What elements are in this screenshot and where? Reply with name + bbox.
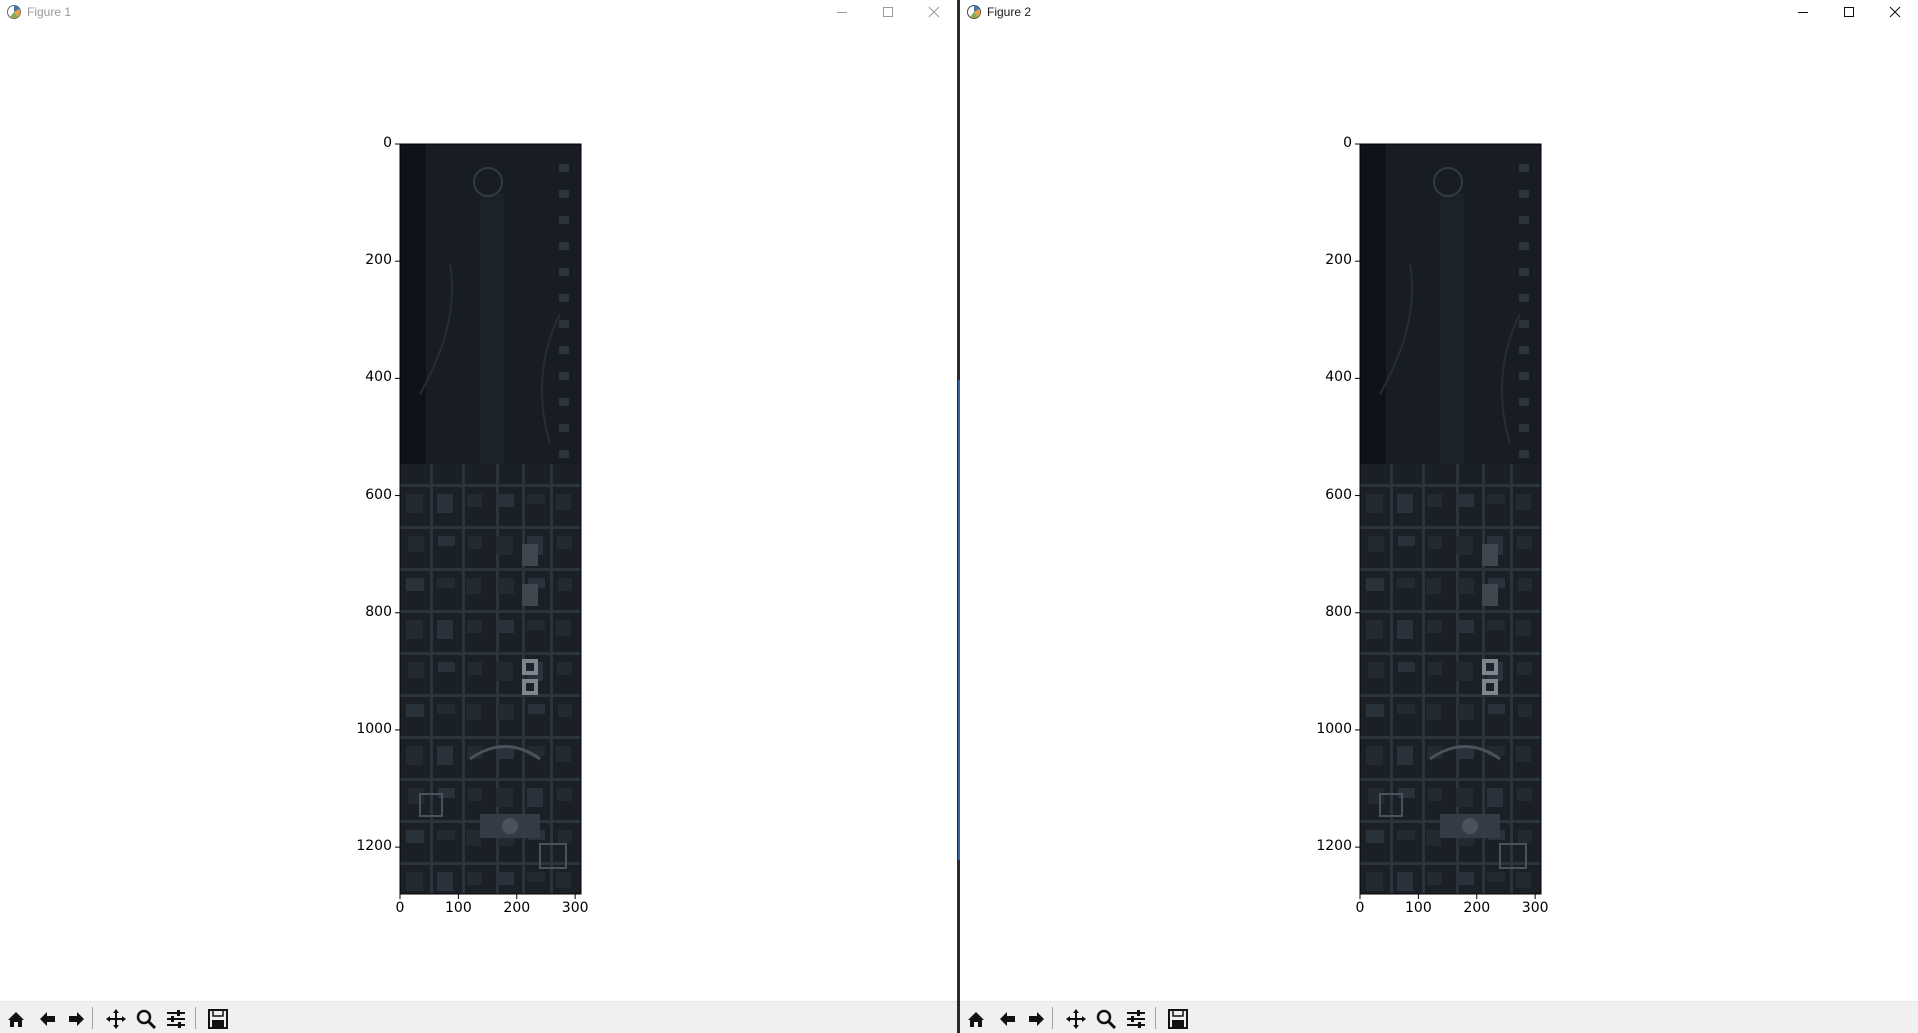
close-icon bbox=[1889, 6, 1901, 18]
save-button[interactable] bbox=[205, 1006, 231, 1032]
y-tick-label: 600 bbox=[365, 486, 392, 503]
axes[interactable] bbox=[0, 24, 957, 1001]
back-button[interactable] bbox=[994, 1006, 1020, 1032]
x-tick-label: 300 bbox=[1521, 900, 1549, 916]
forward-icon bbox=[1029, 1012, 1044, 1026]
y-tick-label: 0 bbox=[1343, 135, 1352, 151]
minimize-icon bbox=[1798, 12, 1808, 13]
save-icon bbox=[1168, 1009, 1188, 1029]
zoom-button[interactable] bbox=[1093, 1006, 1119, 1032]
y-tick-label: 200 bbox=[365, 252, 392, 269]
y-tick-label: 200 bbox=[1325, 252, 1352, 269]
x-tick-label: 100 bbox=[1405, 900, 1432, 916]
axes[interactable] bbox=[960, 24, 1918, 1001]
x-tick-label: 200 bbox=[1463, 900, 1491, 916]
y-tick-label: 400 bbox=[1325, 369, 1352, 386]
maximize-button[interactable] bbox=[865, 0, 911, 24]
x-tick-label: 100 bbox=[445, 900, 472, 916]
y-tick-label: 800 bbox=[1325, 603, 1352, 620]
matplotlib-app-icon bbox=[7, 5, 21, 19]
navigation-toolbar bbox=[0, 1001, 957, 1033]
minimize-button[interactable] bbox=[819, 0, 865, 24]
zoom-icon bbox=[1096, 1009, 1117, 1030]
x-tick-label: 0 bbox=[1355, 900, 1365, 916]
window-title: Figure 2 bbox=[987, 5, 1032, 19]
back-icon bbox=[1000, 1012, 1015, 1026]
y-tick-label: 1000 bbox=[356, 720, 392, 737]
x-tick-label: 200 bbox=[503, 900, 531, 916]
save-icon bbox=[208, 1009, 228, 1029]
x-tick-label: 0 bbox=[395, 900, 405, 916]
save-button[interactable] bbox=[1165, 1006, 1191, 1032]
minimize-icon bbox=[837, 12, 847, 13]
y-tick-label: 1000 bbox=[1316, 720, 1352, 737]
toolbar-separator bbox=[1155, 1007, 1156, 1029]
window-title: Figure 1 bbox=[27, 5, 72, 19]
figure-canvas[interactable]: 0 200 400 600 800 1000 1200 0 100 200 300 bbox=[960, 24, 1918, 1001]
y-tick-label: 1200 bbox=[356, 838, 392, 855]
pan-button[interactable] bbox=[103, 1006, 129, 1032]
close-button[interactable] bbox=[911, 0, 957, 24]
home-icon bbox=[968, 1012, 984, 1027]
figure-canvas[interactable]: 0 200 400 600 800 1000 1200 0 100 200 300 bbox=[0, 24, 957, 1001]
figure-1-window[interactable]: Figure 1 0 200 400 600 800 1000 1200 0 100 200 300 bbox=[0, 0, 957, 1033]
y-tick-label: 600 bbox=[1325, 486, 1352, 503]
minimize-button[interactable] bbox=[1780, 0, 1826, 24]
zoom-button[interactable] bbox=[133, 1006, 159, 1032]
aerial-satellite-image bbox=[1360, 144, 1541, 894]
matplotlib-app-icon bbox=[967, 5, 981, 19]
navigation-toolbar bbox=[960, 1001, 1918, 1033]
forward-icon bbox=[69, 1012, 84, 1026]
close-button[interactable] bbox=[1872, 0, 1918, 24]
toolbar-separator bbox=[1052, 1007, 1053, 1029]
y-tick-label: 400 bbox=[365, 369, 392, 386]
maximize-icon bbox=[883, 7, 893, 17]
pan-button[interactable] bbox=[1063, 1006, 1089, 1032]
forward-button[interactable] bbox=[1024, 1006, 1050, 1032]
close-icon bbox=[928, 6, 940, 18]
titlebar[interactable]: Figure 1 bbox=[0, 0, 957, 24]
pan-icon bbox=[106, 1009, 126, 1029]
maximize-button[interactable] bbox=[1826, 0, 1872, 24]
x-tick-label: 300 bbox=[561, 900, 589, 916]
y-tick-label: 0 bbox=[383, 135, 392, 151]
toolbar-separator bbox=[195, 1007, 196, 1029]
home-icon bbox=[8, 1012, 24, 1027]
y-tick-label: 1200 bbox=[1316, 838, 1352, 855]
forward-button[interactable] bbox=[64, 1006, 90, 1032]
aerial-satellite-image bbox=[400, 144, 581, 894]
y-tick-label: 800 bbox=[365, 603, 392, 620]
configure-subplots-icon bbox=[1127, 1010, 1145, 1028]
maximize-icon bbox=[1844, 7, 1854, 17]
home-button[interactable] bbox=[963, 1006, 989, 1032]
toolbar-separator bbox=[92, 1007, 93, 1029]
pan-icon bbox=[1066, 1009, 1086, 1029]
back-button[interactable] bbox=[34, 1006, 60, 1032]
figure-2-window[interactable]: Figure 2 0 200 400 600 800 1000 1200 0 100 200 300 bbox=[960, 0, 1918, 1033]
titlebar[interactable]: Figure 2 bbox=[960, 0, 1918, 24]
configure-subplots-button[interactable] bbox=[1123, 1006, 1149, 1032]
configure-subplots-icon bbox=[167, 1010, 185, 1028]
home-button[interactable] bbox=[3, 1006, 29, 1032]
back-icon bbox=[40, 1012, 55, 1026]
zoom-icon bbox=[136, 1009, 157, 1030]
configure-subplots-button[interactable] bbox=[163, 1006, 189, 1032]
